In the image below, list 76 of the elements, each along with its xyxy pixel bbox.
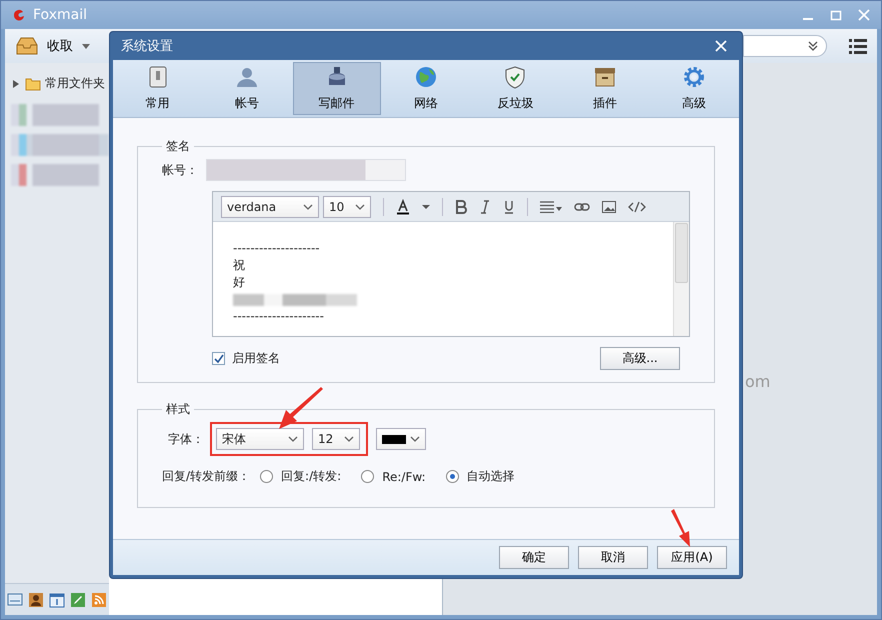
rss-icon[interactable] xyxy=(90,592,107,608)
group-title: 样式 xyxy=(165,401,191,418)
chevron-icon xyxy=(302,202,314,212)
settings-tab[interactable]: 插件 xyxy=(560,62,649,115)
account-field[interactable] xyxy=(206,159,406,181)
receive-button[interactable]: 收取 xyxy=(15,36,91,56)
radio-circle[interactable] xyxy=(361,470,374,483)
bold-icon[interactable] xyxy=(455,200,467,214)
radio-circle[interactable] xyxy=(446,470,459,483)
font-select[interactable]: 宋体 xyxy=(216,428,304,450)
checkbox[interactable] xyxy=(212,352,225,365)
expand-icon xyxy=(11,78,21,88)
shield-icon xyxy=(503,65,528,89)
code-icon[interactable] xyxy=(628,200,646,212)
expand-icon xyxy=(806,39,820,53)
signature-line: --------------------- xyxy=(233,308,325,325)
chevron-icon xyxy=(354,202,366,212)
logo-icon xyxy=(11,7,27,23)
advanced-button[interactable]: 高级... xyxy=(600,347,680,370)
text-color-icon[interactable] xyxy=(396,198,410,214)
annotation-arrow xyxy=(671,509,693,547)
prefix-radio[interactable]: 回复:/转发: xyxy=(260,468,342,485)
signature-line: -------------------- xyxy=(233,240,321,257)
settings-tab[interactable]: 反垃圾 xyxy=(471,62,560,115)
scroll-thumb[interactable] xyxy=(675,223,688,283)
color-select[interactable] xyxy=(376,428,426,450)
underline-icon[interactable] xyxy=(503,200,515,214)
size-select[interactable]: 12 xyxy=(312,428,360,450)
settings-icon xyxy=(682,65,706,89)
calendar-icon[interactable] xyxy=(48,592,65,608)
mail-icon[interactable] xyxy=(7,592,24,608)
enable-signature-checkbox[interactable]: 启用签名 xyxy=(212,350,280,367)
align-icon[interactable] xyxy=(540,200,562,212)
search-field[interactable] xyxy=(743,35,827,57)
settings-tab[interactable]: 常用 xyxy=(114,62,202,115)
size-select[interactable]: 10 xyxy=(323,196,371,218)
radio-circle[interactable] xyxy=(260,470,274,483)
chevron-icon xyxy=(343,434,355,444)
box-icon xyxy=(592,65,617,89)
settings-tab[interactable]: 高级 xyxy=(650,62,738,115)
close-icon[interactable] xyxy=(715,40,727,52)
folder-icon xyxy=(25,76,41,90)
menu-icon[interactable] xyxy=(849,38,867,54)
italic-icon[interactable] xyxy=(479,200,491,214)
contact-icon[interactable] xyxy=(28,592,44,608)
link-icon[interactable] xyxy=(574,202,590,212)
dialog-button[interactable]: 确定 xyxy=(499,546,569,569)
folder-item[interactable]: 常用文件夹 xyxy=(5,63,109,100)
chevron-icon xyxy=(287,434,299,444)
settings-tab[interactable]: 写邮件 xyxy=(292,62,381,115)
background-text: om xyxy=(745,372,770,391)
caret-icon[interactable] xyxy=(422,202,430,210)
dialog-title: 系统设置 xyxy=(121,38,173,55)
signature-line: 好 xyxy=(233,274,246,291)
prefix-radio[interactable]: 自动选择 xyxy=(446,468,515,485)
group-title: 签名 xyxy=(165,138,191,155)
prefix-radio[interactable]: Re:/Fw: xyxy=(361,470,426,484)
dialog-button[interactable]: 应用(A) xyxy=(657,546,727,569)
field-label: 字体： xyxy=(168,430,204,448)
signature-line: 祝 xyxy=(233,257,246,274)
image-icon[interactable] xyxy=(602,200,616,212)
window-title: Foxmail xyxy=(33,7,88,23)
check-icon xyxy=(214,354,224,364)
scrollbar[interactable] xyxy=(673,222,689,336)
inbox-icon xyxy=(15,36,39,56)
person-icon xyxy=(235,65,260,89)
note-icon[interactable] xyxy=(70,592,86,608)
chevron-icon xyxy=(409,434,421,444)
globe-icon xyxy=(414,65,438,89)
settings-tab[interactable]: 帐号 xyxy=(203,62,292,115)
field-label: 回复/转发前缀： xyxy=(162,468,250,485)
caret-icon xyxy=(81,41,91,51)
settings-tab[interactable]: 网络 xyxy=(382,62,470,115)
font-select[interactable]: verdana xyxy=(221,196,319,218)
dialog-button[interactable]: 取消 xyxy=(578,546,648,569)
field-label: 帐号： xyxy=(162,162,198,178)
